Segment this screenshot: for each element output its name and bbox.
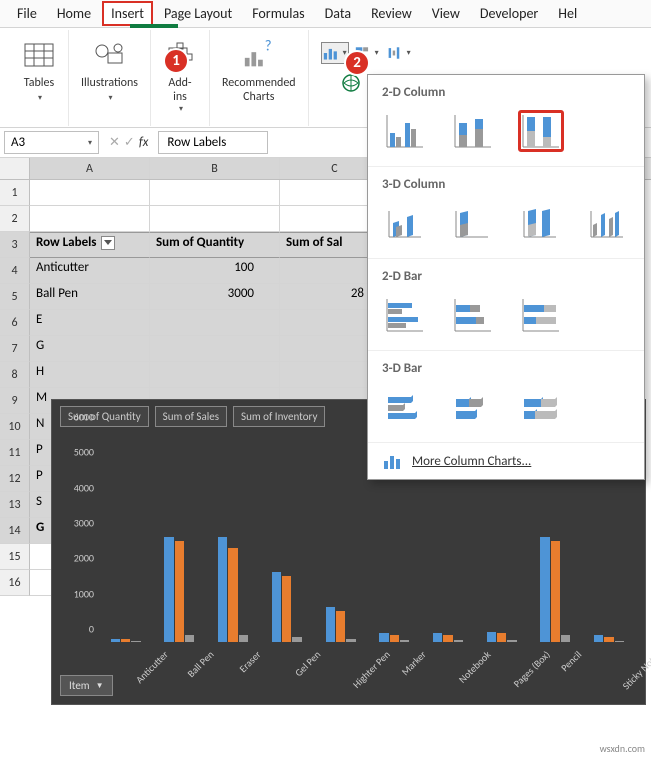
ribbon-label-illustrations: Illustrations▾ <box>81 76 138 104</box>
watermark: wsxdn.com <box>600 742 645 755</box>
fx-icon[interactable]: fx <box>139 135 149 150</box>
formula-input[interactable]: Row Labels <box>158 131 268 154</box>
3d-clustered-bar-icon[interactable] <box>382 386 428 428</box>
name-box[interactable]: A3▾ <box>4 131 99 154</box>
row-head[interactable]: 7 <box>0 336 30 362</box>
more-column-charts-link[interactable]: More Column Charts... <box>412 454 531 469</box>
row-head[interactable]: 14 <box>0 518 30 544</box>
menu-home[interactable]: Home <box>48 1 100 26</box>
menu-developer[interactable]: Developer <box>471 1 547 26</box>
menu-data[interactable]: Data <box>316 1 360 26</box>
y-axis: 0100020003000400050006000 <box>58 430 98 642</box>
ribbon-group-addins[interactable]: Add- ins ▾ <box>151 30 210 126</box>
panel-section-2d-bar: 2-D Bar <box>382 269 630 284</box>
caret-icon: ▾ <box>179 104 183 114</box>
select-all-corner[interactable] <box>0 158 30 179</box>
row-head[interactable]: 4 <box>0 258 30 284</box>
menubar: File Home Insert Page Layout Formulas Da… <box>0 0 651 28</box>
cancel-icon[interactable]: ✕ <box>109 135 120 150</box>
ribbon-label-addins: Add- ins <box>168 76 191 104</box>
row-head[interactable]: 1 <box>0 180 30 206</box>
row-head[interactable]: 5 <box>0 284 30 310</box>
panel-section-3d-column: 3-D Column <box>382 177 630 192</box>
row-head[interactable]: 15 <box>0 544 30 570</box>
row-head[interactable]: 6 <box>0 310 30 336</box>
row-head[interactable]: 2 <box>0 206 30 232</box>
row-head[interactable]: 9 <box>0 388 30 414</box>
ribbon-group-illustrations[interactable]: Illustrations▾ <box>69 30 151 126</box>
legend-sales[interactable]: Sum of Sales <box>155 406 227 427</box>
clustered-bar-icon[interactable] <box>382 294 428 336</box>
legend-inventory[interactable]: Sum of Inventory <box>233 406 325 427</box>
3d-clustered-column-icon[interactable] <box>382 202 428 244</box>
ribbon-group-tables[interactable]: Tables▾ <box>10 30 69 126</box>
formula-buttons: ✕ ✓ fx <box>103 135 154 150</box>
filter-dropdown-icon[interactable] <box>101 236 115 250</box>
row-head[interactable]: 11 <box>0 440 30 466</box>
menu-view[interactable]: View <box>423 1 469 26</box>
recommended-charts-icon: ? <box>242 38 276 72</box>
callout-badge-2: 2 <box>344 50 370 76</box>
100pct-stacked-bar-icon[interactable] <box>518 294 564 336</box>
svg-text:?: ? <box>264 40 271 55</box>
callout-badge-1: 1 <box>163 48 189 74</box>
row-head[interactable]: 3 <box>0 232 30 258</box>
illustrations-icon <box>93 38 127 72</box>
ribbon-label-tables: Tables▾ <box>24 76 54 104</box>
menu-insert[interactable]: Insert <box>102 1 153 26</box>
col-head-b[interactable]: B <box>150 158 280 179</box>
insert-waterfall-chart-button[interactable]: ▾ <box>385 42 413 64</box>
ribbon-group-recommended-charts[interactable]: ? Recommended Charts <box>210 30 309 126</box>
clustered-column-icon[interactable] <box>382 110 428 152</box>
pivot-header-quantity: Sum of Quantity <box>150 232 280 258</box>
3d-stacked-column-icon[interactable] <box>450 202 496 244</box>
panel-section-2d-column: 2-D Column <box>382 85 630 100</box>
3d-100pct-stacked-column-icon[interactable] <box>517 202 563 244</box>
row-head[interactable]: 10 <box>0 414 30 440</box>
pivot-header-rowlabels[interactable]: Row Labels <box>30 232 150 258</box>
ribbon-label-recommended: Recommended Charts <box>222 76 296 104</box>
panel-footer[interactable]: More Column Charts... <box>368 443 644 479</box>
row-head[interactable]: 16 <box>0 570 30 596</box>
stacked-bar-icon[interactable] <box>450 294 496 336</box>
chart-dropdown-panel: 2-D Column 3-D Column 2-D Bar 3-D Bar <box>367 74 645 480</box>
pivot-item-dropdown[interactable]: Item▼ <box>60 675 113 696</box>
row-head[interactable]: 8 <box>0 362 30 388</box>
col-head-a[interactable]: A <box>30 158 150 179</box>
column-chart-icon <box>382 453 402 469</box>
3d-100pct-stacked-bar-icon[interactable] <box>518 386 564 428</box>
3d-column-icon[interactable] <box>585 202 631 244</box>
menu-review[interactable]: Review <box>362 1 421 26</box>
x-axis: AnticutterBall PenEraserGel PenHighter P… <box>100 642 637 696</box>
enter-icon[interactable]: ✓ <box>124 135 135 150</box>
stacked-column-icon[interactable] <box>450 110 496 152</box>
menu-file[interactable]: File <box>8 1 46 26</box>
panel-section-3d-bar: 3-D Bar <box>382 361 630 376</box>
row-head[interactable]: 13 <box>0 492 30 518</box>
menu-help[interactable]: Hel <box>549 1 586 26</box>
menu-formulas[interactable]: Formulas <box>243 1 313 26</box>
menu-page-layout[interactable]: Page Layout <box>155 1 241 26</box>
tables-icon <box>22 38 56 72</box>
row-head[interactable]: 12 <box>0 466 30 492</box>
3d-stacked-bar-icon[interactable] <box>450 386 496 428</box>
100pct-stacked-column-icon[interactable] <box>518 110 564 152</box>
